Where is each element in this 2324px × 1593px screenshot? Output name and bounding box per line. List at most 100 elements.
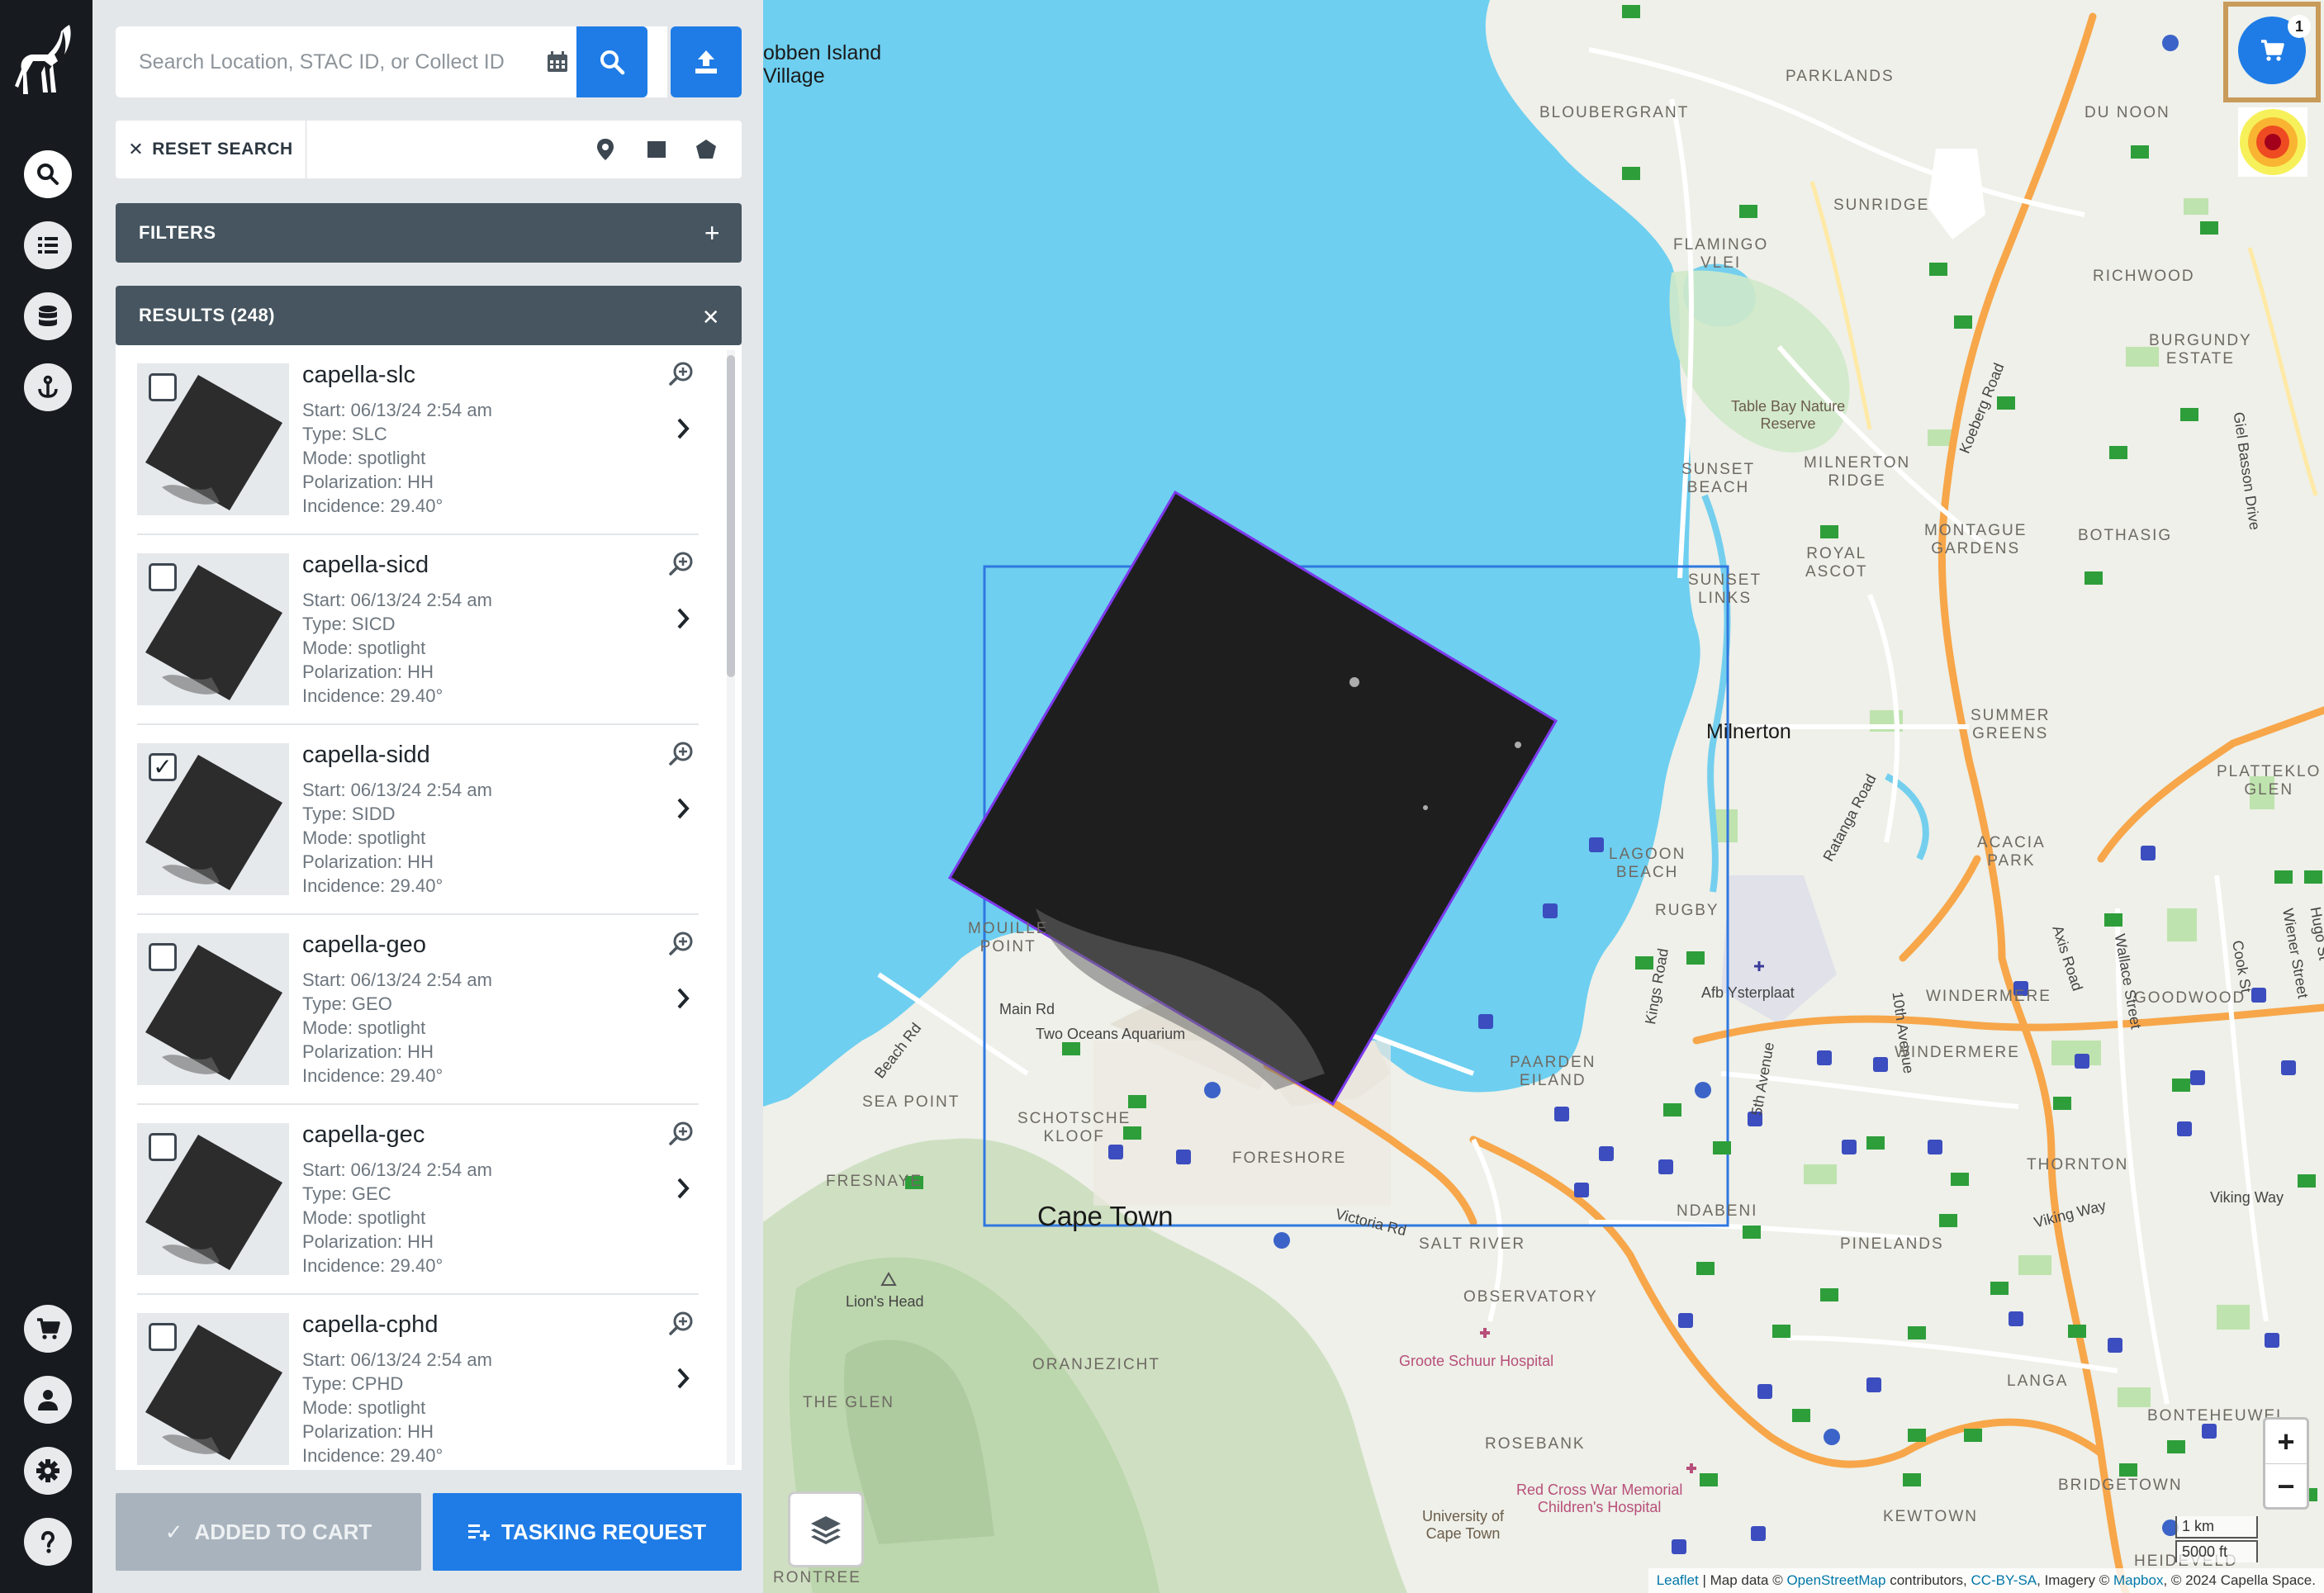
map-label-viking-way-1: Viking Way	[2210, 1189, 2284, 1206]
result-item[interactable]: capella-gec Start: 06/13/24 2:54 am Type…	[137, 1105, 699, 1295]
result-mode: Mode: spotlight	[302, 1207, 426, 1228]
chevron-right-icon[interactable]	[672, 604, 694, 633]
nav-rail	[0, 0, 92, 1593]
result-polarization: Polarization: HH	[302, 661, 434, 682]
close-icon[interactable]: ✕	[702, 304, 720, 330]
map-label-lions-head: Lion's Head	[846, 1293, 924, 1310]
result-checkbox[interactable]	[149, 943, 177, 971]
result-incidence: Incidence: 29.40°	[302, 495, 443, 516]
calendar-icon[interactable]	[545, 50, 570, 74]
map-label-two-oceans: Two Oceans Aquarium	[1036, 1026, 1186, 1042]
zoom-to-icon[interactable]	[667, 1120, 695, 1148]
chevron-right-icon[interactable]	[672, 984, 694, 1012]
search-input[interactable]	[137, 49, 529, 75]
map-label-thornton: THORNTON	[2027, 1156, 2129, 1173]
result-title[interactable]: capella-slc	[302, 362, 415, 389]
zoom-to-icon[interactable]	[667, 1310, 695, 1338]
map-label-royal-ascot: ROYAL ASCOT	[1805, 545, 1868, 581]
check-icon: ✓	[153, 754, 173, 780]
result-item[interactable]: capella-cphd Start: 06/13/24 2:54 am Typ…	[137, 1295, 699, 1470]
cc-by-sa-link[interactable]: CC-BY-SA	[1971, 1572, 2037, 1589]
result-checkbox[interactable]	[149, 563, 177, 591]
chevron-right-icon[interactable]	[672, 415, 694, 443]
rectangle-draw-icon[interactable]	[644, 137, 669, 162]
leaflet-link[interactable]: Leaflet	[1657, 1572, 1699, 1589]
result-item[interactable]: capella-sicd Start: 06/13/24 2:54 am Typ…	[137, 535, 699, 725]
result-polarization: Polarization: HH	[302, 1421, 434, 1442]
zoom-to-icon[interactable]	[667, 550, 695, 578]
result-checkbox[interactable]	[149, 1133, 177, 1161]
upload-button[interactable]	[671, 26, 742, 97]
results-scrollbar-thumb[interactable]	[727, 355, 735, 677]
chevron-right-icon[interactable]	[672, 1364, 694, 1392]
result-title[interactable]: capella-geo	[302, 932, 426, 959]
result-title[interactable]: capella-sicd	[302, 552, 429, 579]
map-label-salt-river: SALT RIVER	[1419, 1235, 1526, 1253]
zoom-in-button[interactable]: +	[2265, 1420, 2307, 1464]
check-icon: ✓	[164, 1519, 183, 1544]
map-label-parklands: PARKLANDS	[1786, 68, 1895, 85]
result-incidence: Incidence: 29.40°	[302, 1445, 443, 1466]
result-checkbox[interactable]	[149, 1323, 177, 1351]
list-add-icon	[468, 1524, 490, 1541]
map-pin-icon[interactable]	[593, 137, 618, 162]
results-label: RESULTS (248)	[139, 305, 276, 325]
chevron-right-icon[interactable]	[672, 1174, 694, 1202]
map-view[interactable]: obben Island Village PARKLANDS BLOUBERGR…	[763, 0, 2324, 1593]
map-label-mouille: MOUILLE POINT	[968, 920, 1049, 955]
scale-ft: 5000 ft	[2175, 1540, 2258, 1562]
mapbox-link[interactable]: Mapbox	[2113, 1572, 2163, 1589]
map-label-robben: obben Island Village	[763, 41, 882, 88]
plus-icon[interactable]: +	[704, 220, 720, 246]
zoom-to-icon[interactable]	[667, 360, 695, 388]
cart-count-badge: 1	[2288, 15, 2311, 38]
result-checkbox[interactable]	[149, 373, 177, 401]
gear-icon	[36, 1459, 59, 1482]
layers-icon	[811, 1516, 841, 1544]
zoom-to-icon[interactable]	[667, 930, 695, 958]
result-mode: Mode: spotlight	[302, 638, 426, 658]
cart-nav-button[interactable]	[24, 1305, 72, 1353]
results-list[interactable]: capella-slc Start: 06/13/24 2:54 am Type…	[116, 345, 742, 1470]
tasks-nav-button[interactable]	[24, 221, 72, 269]
result-item[interactable]: capella-geo Start: 06/13/24 2:54 am Type…	[137, 915, 699, 1105]
database-icon	[39, 306, 57, 326]
settings-nav-button[interactable]	[24, 1447, 72, 1495]
polygon-draw-icon[interactable]	[694, 137, 719, 162]
result-item[interactable]: capella-slc Start: 06/13/24 2:54 am Type…	[137, 345, 699, 535]
added-to-cart-button[interactable]: ✓ ADDED TO CART	[116, 1493, 421, 1571]
result-checkbox[interactable]: ✓	[149, 753, 177, 781]
map-label-foreshore: FORESHORE	[1232, 1150, 1347, 1167]
map-label-groote-schuur: Groote Schuur Hospital	[1399, 1353, 1554, 1369]
heatmap-toggle-icon[interactable]	[2238, 107, 2307, 177]
account-nav-button[interactable]	[24, 1376, 72, 1424]
cart-icon	[2261, 40, 2284, 61]
map-label-pinelands: PINELANDS	[1840, 1235, 1944, 1253]
result-start: Start: 06/13/24 2:54 am	[302, 400, 492, 420]
anchor-nav-button[interactable]	[24, 363, 72, 411]
search-nav-button[interactable]	[24, 150, 72, 198]
reset-search-button[interactable]: ✕ RESET SEARCH	[116, 121, 306, 178]
layers-button[interactable]	[788, 1491, 864, 1567]
database-nav-button[interactable]	[24, 292, 72, 340]
tasking-request-button[interactable]: TASKING REQUEST	[433, 1493, 742, 1571]
map-label-bloubergrant: BLOUBERGRANT	[1539, 104, 1690, 121]
map-label-acacia: ACACIA PARK	[1977, 834, 2046, 870]
zoom-to-icon[interactable]	[667, 740, 695, 768]
map-label-burgundy: BURGUNDY ESTATE	[2149, 332, 2252, 367]
result-polarization: Polarization: HH	[302, 472, 434, 492]
chevron-right-icon[interactable]	[672, 794, 694, 823]
help-nav-button[interactable]	[24, 1518, 72, 1566]
map-label-rugby: RUGBY	[1655, 902, 1719, 919]
result-title[interactable]: capella-gec	[302, 1121, 424, 1149]
zoom-out-button[interactable]: −	[2265, 1464, 2307, 1508]
result-item[interactable]: ✓ capella-sidd Start: 06/13/24 2:54 am T…	[137, 725, 699, 915]
ibex-logo-icon[interactable]	[15, 23, 78, 106]
search-button[interactable]	[576, 26, 647, 97]
openstreetmap-link[interactable]: OpenStreetMap	[1786, 1572, 1885, 1589]
result-title[interactable]: capella-sidd	[302, 742, 430, 769]
result-start: Start: 06/13/24 2:54 am	[302, 590, 492, 610]
filters-bar[interactable]: FILTERS +	[116, 203, 742, 263]
search-toolbar: ✕ RESET SEARCH	[116, 121, 742, 178]
result-title[interactable]: capella-cphd	[302, 1311, 438, 1339]
